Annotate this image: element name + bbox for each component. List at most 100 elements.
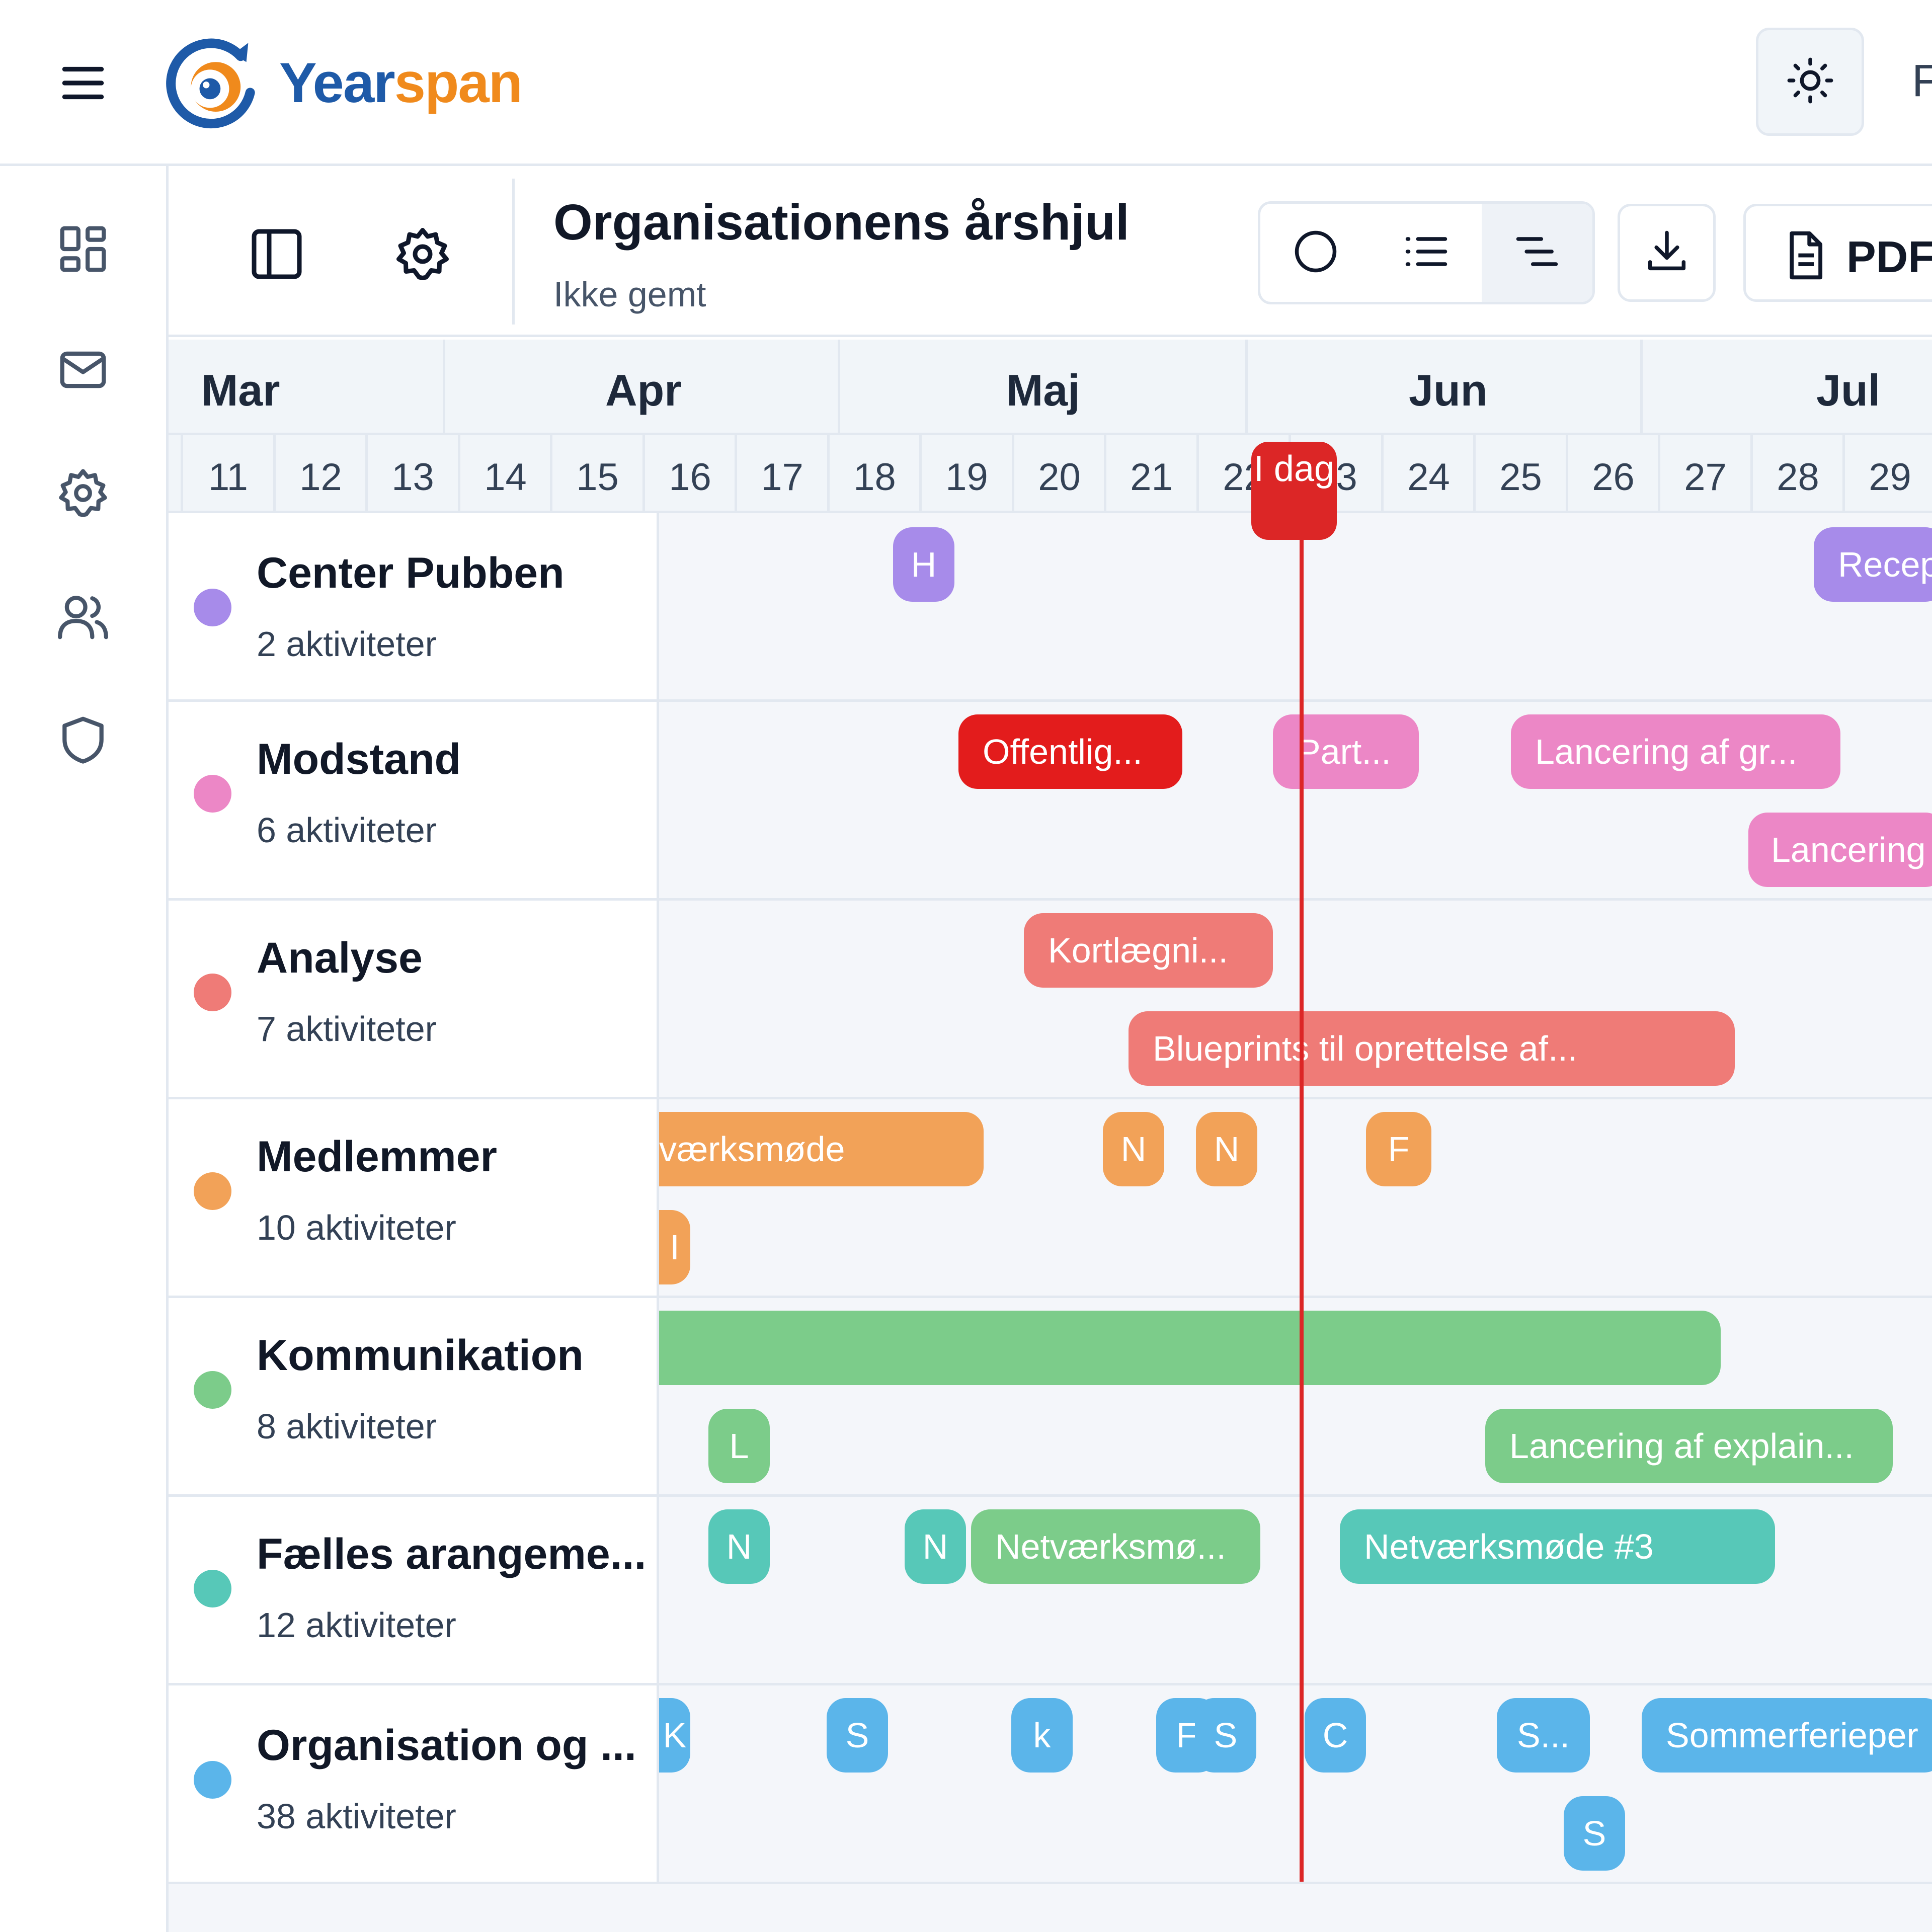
toolbar: Organisationens årshjul Ikke gemt PDF [169,166,1932,337]
week-number: 16 [669,456,711,499]
circle-view-button[interactable] [1260,204,1371,302]
gear-icon[interactable] [55,465,111,521]
activity-bar[interactable]: Lancering af explain... [1485,1409,1893,1483]
activity-bar[interactable]: Blueprints til oprettelse af... [1129,1011,1735,1086]
row-count: 12 aktiviteter [257,1605,456,1645]
row-label-organisation[interactable]: Organisation og ... 38 aktiviteter [169,1685,659,1884]
hamburger-menu-icon[interactable] [55,55,111,111]
week-number: 13 [391,456,434,499]
activity-bar[interactable]: I [659,1210,690,1284]
activity-bar[interactable] [659,1311,1721,1385]
month-separator [1245,340,1248,435]
topbar-cut-label[interactable]: F [1912,55,1932,107]
row-count: 7 aktiviteter [257,1009,437,1049]
month-maj: Maj [1006,365,1080,415]
activity-bar[interactable]: S [827,1698,888,1773]
week-number: 27 [1684,456,1727,499]
activity-bar[interactable]: C [1305,1698,1366,1773]
timeline-rows: Center Pubben 2 aktiviteter Modstand 6 a… [169,513,1932,1932]
sidebar-panel-icon[interactable] [247,224,307,284]
activity-bar[interactable]: værksmøde [659,1112,984,1186]
row-label-center-pubben[interactable]: Center Pubben 2 aktiviteter [169,513,659,702]
activity-bar[interactable]: Netværksmøde #3 [1340,1509,1775,1584]
brand-part-year: Year [279,51,395,114]
pdf-export-button[interactable]: PDF [1743,204,1932,302]
mail-icon[interactable] [55,342,111,397]
activity-bar[interactable]: H [893,527,954,602]
activity-bar[interactable]: S... [1497,1698,1590,1773]
week-number: 15 [576,456,619,499]
today-line [1300,506,1304,1882]
timeline-view-button[interactable] [1482,204,1592,302]
activity-bar[interactable]: N [708,1509,770,1584]
activity-bar[interactable]: Lancering af gr... [1511,714,1840,789]
row-label-kommunikation[interactable]: Kommunikation 8 aktiviteter [169,1298,659,1497]
week-number: 20 [1038,456,1081,499]
page-title: Organisationens årshjul [553,194,1130,251]
row-name: Analyse [257,934,423,982]
yearspan-logo[interactable] [166,35,262,131]
activity-bar[interactable]: F [1366,1112,1431,1186]
list-view-button[interactable] [1371,204,1482,302]
document-icon [1779,229,1831,282]
view-switcher [1258,201,1595,304]
activity-bar[interactable]: Recep [1814,527,1932,602]
activity-bar[interactable]: k [1011,1698,1073,1773]
download-button[interactable] [1618,204,1716,302]
shield-icon[interactable] [55,712,111,767]
activity-bar[interactable]: Offentlig... [958,714,1182,789]
brand-part-span: span [394,51,523,114]
brand-name: Yearspan [279,50,523,115]
row-name: Medlemmer [257,1133,497,1181]
dashboard-icon[interactable] [55,221,111,277]
activity-bar[interactable]: L [708,1409,770,1483]
users-icon[interactable] [55,589,111,644]
activity-bar[interactable]: S [1195,1698,1256,1773]
week-number: 29 [1869,456,1911,499]
week-number: 21 [1130,456,1173,499]
row-name: Fælles arangeme... [257,1530,647,1578]
row-color-dot [194,589,231,626]
activity-bar[interactable]: Netværksmø... [971,1509,1260,1584]
week-number: 11 [208,456,248,499]
activity-bar[interactable]: K [659,1698,690,1773]
settings-gear-icon[interactable] [392,224,453,284]
week-number: 28 [1777,456,1819,499]
activity-bar[interactable]: Lancering [1748,813,1932,887]
download-icon [1642,226,1692,279]
save-status: Ikke gemt [553,275,706,314]
row-name: Organisation og ... [257,1721,636,1769]
week-number: 14 [484,456,527,499]
theme-toggle-button[interactable] [1756,28,1864,136]
month-jul: Jul [1816,365,1881,415]
row-color-dot [194,1761,231,1799]
month-separator [838,340,840,435]
sun-icon [1785,55,1835,108]
row-label-medlemmer[interactable]: Medlemmer 10 aktiviteter [169,1099,659,1298]
row-color-dot [194,974,231,1011]
row-count: 10 aktiviteter [257,1208,456,1247]
activity-bar[interactable]: N [1103,1112,1164,1186]
left-nav-rail [0,166,169,1932]
today-badge: I dag [1251,442,1337,540]
top-bar: Yearspan F [0,0,1932,166]
timeline-view-icon [1512,226,1562,279]
activity-bar[interactable]: S [1564,1796,1625,1871]
activity-bar[interactable]: N [1196,1112,1257,1186]
week-number: 26 [1592,456,1635,499]
activity-bar[interactable]: Kortlægni... [1024,913,1273,988]
row-label-faelles-arangementer[interactable]: Fælles arangeme... 12 aktiviteter [169,1497,659,1685]
row-label-analyse[interactable]: Analyse 7 aktiviteter [169,901,659,1099]
week-number: 17 [761,456,803,499]
circle-view-icon [1291,226,1341,279]
activity-bar[interactable]: N [905,1509,966,1584]
month-header: Mar Apr Maj Jun Jul [169,340,1932,435]
row-count: 6 aktiviteter [257,811,437,850]
pdf-label: PDF [1846,232,1932,282]
activity-bar[interactable]: Part... [1273,714,1419,789]
week-number: 25 [1499,456,1542,499]
row-label-modstand[interactable]: Modstand 6 aktiviteter [169,702,659,901]
activity-bar[interactable]: Sommerferieper [1642,1698,1932,1773]
month-mar: Mar [201,365,280,415]
month-apr: Apr [605,365,682,415]
